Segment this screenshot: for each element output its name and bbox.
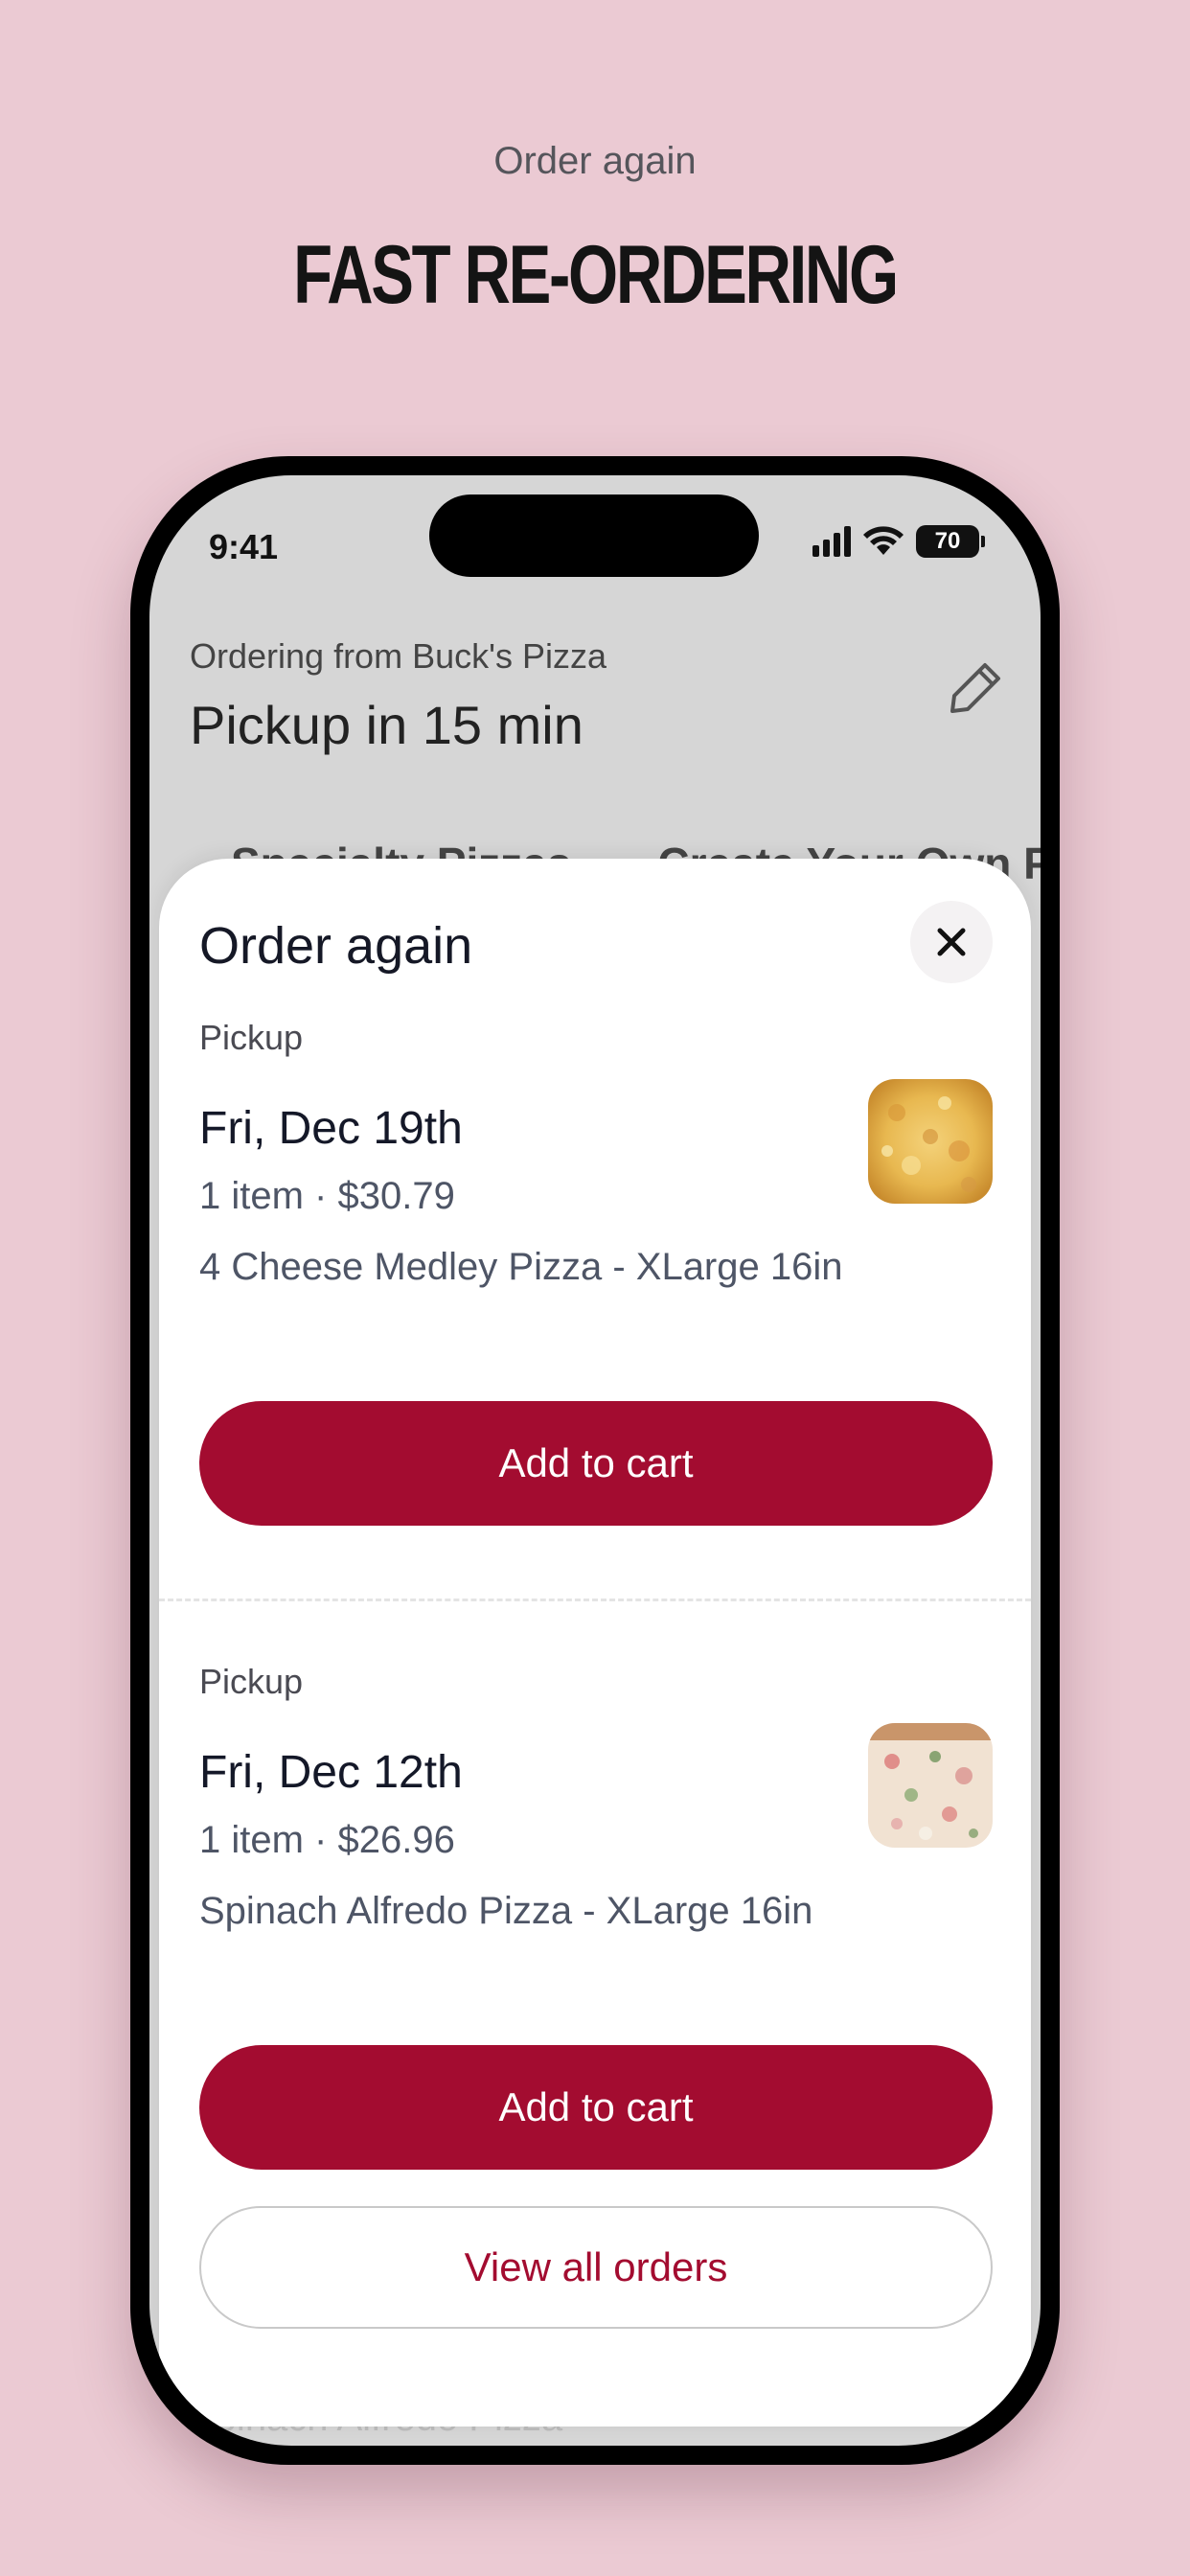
order-summary: 1 item · $30.79 xyxy=(199,1175,455,1217)
spinach-alfredo-pizza-thumbnail xyxy=(868,1723,993,1848)
cellular-signal-icon xyxy=(812,526,851,557)
phone-screen: 9:41 70 Ordering from Buck's Pizza Picku… xyxy=(149,475,1041,2446)
battery-icon: 70 xyxy=(916,525,985,558)
add-to-cart-button[interactable]: Add to cart xyxy=(199,2045,993,2170)
wifi-icon xyxy=(863,526,904,555)
order-divider xyxy=(159,1598,1031,1601)
promo-title: FAST RE-ORDERING xyxy=(293,229,899,321)
dynamic-island xyxy=(429,494,759,577)
order-date: Fri, Dec 19th xyxy=(199,1103,463,1154)
order-date: Fri, Dec 12th xyxy=(199,1747,463,1798)
order-type: Pickup xyxy=(199,1662,304,1701)
status-time: 9:41 xyxy=(209,527,279,566)
phone-frame: 9:41 70 Ordering from Buck's Pizza Picku… xyxy=(130,456,1060,2465)
cheese-pizza-thumbnail xyxy=(868,1079,993,1204)
order-card: Pickup Fri, Dec 12th 1 item · $26.96 Spi… xyxy=(199,1662,993,2170)
close-button[interactable] xyxy=(910,901,993,983)
order-summary: 1 item · $26.96 xyxy=(199,1819,455,1861)
order-item-name: Spinach Alfredo Pizza - XLarge 16in xyxy=(199,1890,813,1932)
edit-pencil-icon[interactable] xyxy=(947,657,1006,717)
add-to-cart-button[interactable]: Add to cart xyxy=(199,1401,993,1526)
order-card: Pickup Fri, Dec 19th 1 item · $30.79 4 C… xyxy=(199,1018,993,1526)
battery-level: 70 xyxy=(916,525,979,558)
status-icons: 70 xyxy=(812,525,985,558)
view-all-orders-button[interactable]: View all orders xyxy=(199,2206,993,2329)
pickup-time-label: Pickup in 15 min xyxy=(190,695,584,755)
sheet-title: Order again xyxy=(199,917,473,975)
order-item-name: 4 Cheese Medley Pizza - XLarge 16in xyxy=(199,1246,843,1288)
promo-eyebrow: Order again xyxy=(493,140,697,182)
order-again-sheet: Order again Pickup Fri, Dec 19th 1 item … xyxy=(159,859,1031,2426)
close-icon xyxy=(937,928,966,956)
ordering-from-label: Ordering from Buck's Pizza xyxy=(190,636,607,676)
order-type: Pickup xyxy=(199,1018,304,1057)
